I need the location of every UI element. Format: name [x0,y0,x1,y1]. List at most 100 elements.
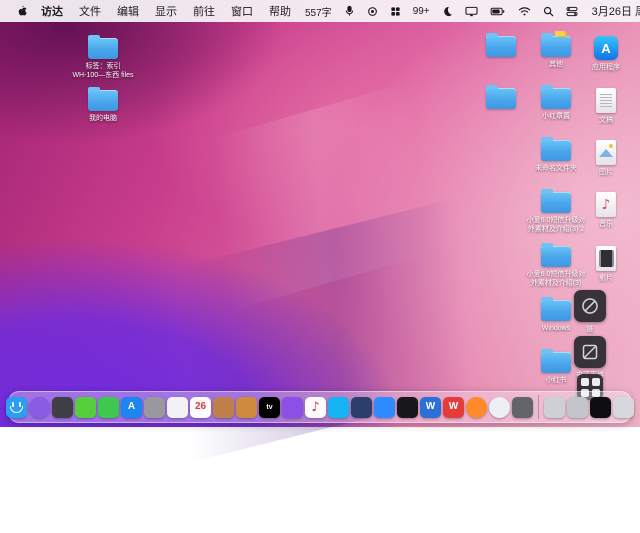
film-strip-glyph [599,250,614,267]
desktop-item-pictures[interactable]: 图片 [571,140,640,177]
dock-calendar[interactable]: 26 [190,397,211,418]
folder-icon [541,140,571,161]
dock-apple-tv[interactable]: tv [259,397,280,418]
dock-glyph: ♪ [311,401,319,414]
folder-icon [541,192,571,213]
menu-file[interactable]: 文件 [71,3,109,19]
menu-go[interactable]: 前往 [185,3,223,19]
menu-edit[interactable]: 编辑 [109,3,147,19]
menu-bar-status: 557字 99+ 3月26日 周二 13:21 [299,3,640,19]
battery-icon[interactable] [484,6,512,17]
folder-icon [88,90,118,111]
dock-douyin[interactable] [397,397,418,418]
menu-view[interactable]: 显示 [147,3,185,19]
dock-messages[interactable] [98,397,119,418]
document-icon [596,88,616,113]
desktop-item-my-computer[interactable]: 我的电脑 [68,90,138,123]
dock-app-dark[interactable] [52,397,73,418]
notification-badge[interactable]: 99+ [407,6,436,17]
dock-system-preferences[interactable] [144,397,165,418]
dock-app-gray[interactable] [512,397,533,418]
dock-word[interactable]: W [420,397,441,418]
dock-glyph: W [426,402,435,412]
dock-podcasts[interactable] [282,397,303,418]
movies-icon [596,246,616,271]
search-icon[interactable] [537,6,560,17]
pictures-icon [596,140,616,165]
sun-glyph [609,144,613,148]
menu-help[interactable]: 帮助 [261,3,299,19]
mountain-glyph [599,149,613,157]
dock-calendar-date: 26 [195,402,206,412]
folder-icon [486,88,516,109]
apple-menu[interactable] [10,5,33,18]
dock-glyph: W [449,402,458,412]
label-line-2: WH-100—东西 files [72,71,133,80]
grid-tile [592,378,600,386]
launch-grid-icon[interactable] [384,6,407,17]
apple-logo-icon [16,5,27,18]
folder-icon [88,38,118,59]
folder-icon [541,88,571,109]
dock-wechat[interactable] [75,397,96,418]
menubar-datetime[interactable]: 3月26日 周二 13:21 [584,3,640,19]
dock-minimized-window-2[interactable] [567,397,588,418]
dock-app-store[interactable]: A [121,397,142,418]
menu-finder[interactable]: 访达 [33,3,71,19]
desktop-item-label: 我的电脑 [89,114,117,123]
folder-with-items-icon [541,36,571,57]
desktop-item-label: 标签：索引 WH-100—东西 files [72,62,133,80]
dock-wps[interactable]: W [443,397,464,418]
dock-qq[interactable] [328,397,349,418]
desktop-item-label: 影片 [599,274,613,283]
folder-icon [486,36,516,57]
dock-photos[interactable] [167,397,188,418]
dock-glyph: tv [266,404,272,411]
dock-separator [538,395,539,419]
unavailable-app-icon [574,290,606,322]
dock-glyph: A [128,402,135,412]
dock-browser[interactable] [489,397,510,418]
unavailable-app-icon [574,336,606,368]
dock-music[interactable]: ♪ [305,397,326,418]
word-count-status[interactable]: 557字 [299,4,338,19]
desktop-item-link[interactable]: 链 [555,290,625,334]
dock-siri[interactable] [29,397,50,418]
dock-books[interactable] [236,397,257,418]
dock-finder[interactable] [6,397,27,418]
dock-notes[interactable] [213,397,234,418]
desktop-item-label: 文稿 [599,116,613,125]
screen-mirroring-icon[interactable] [459,6,484,17]
desktop-item-label: 应用程序 [592,63,620,72]
folder-icon [541,246,571,267]
grid-tile [581,378,589,386]
desktop-item-label: 其他 [549,60,563,69]
dock-app-black[interactable] [590,397,611,418]
dock-trash[interactable] [613,397,634,418]
label-line-1: 标签：索引 [72,62,133,71]
wifi-icon[interactable] [512,6,537,17]
desktop-item-music[interactable]: ♪ 音乐 [571,192,640,229]
prohibited-icon [580,296,600,316]
dock-firefox[interactable] [466,397,487,418]
desktop-item-label: 小红章置 [542,112,570,121]
desktop-item-applications[interactable]: A 应用程序 [571,36,640,72]
desktop-item-label: 链 [587,325,594,334]
screen-record-icon[interactable] [361,6,384,17]
desktop-item-label: 图片 [599,168,613,177]
desktop-item-label: 音乐 [599,220,613,229]
dock-meeting[interactable] [374,397,395,418]
music-icon: ♪ [596,192,616,217]
desktop-item-documents[interactable]: 文稿 [571,88,640,125]
document-lines [600,94,612,107]
dock-minimized-window-1[interactable] [544,397,565,418]
control-center-icon[interactable] [560,6,584,17]
desktop-item-movies[interactable]: 影片 [571,246,640,283]
menu-window[interactable]: 窗口 [223,3,261,19]
do-not-disturb-moon-icon[interactable] [436,6,459,17]
music-note-glyph: ♪ [602,197,611,213]
desktop-item-tag-index[interactable]: 标签：索引 WH-100—东西 files [68,38,138,80]
dock-app-navy[interactable] [351,397,372,418]
dock: A 26 tv ♪ W W [8,391,632,423]
microphone-icon[interactable] [338,5,361,17]
